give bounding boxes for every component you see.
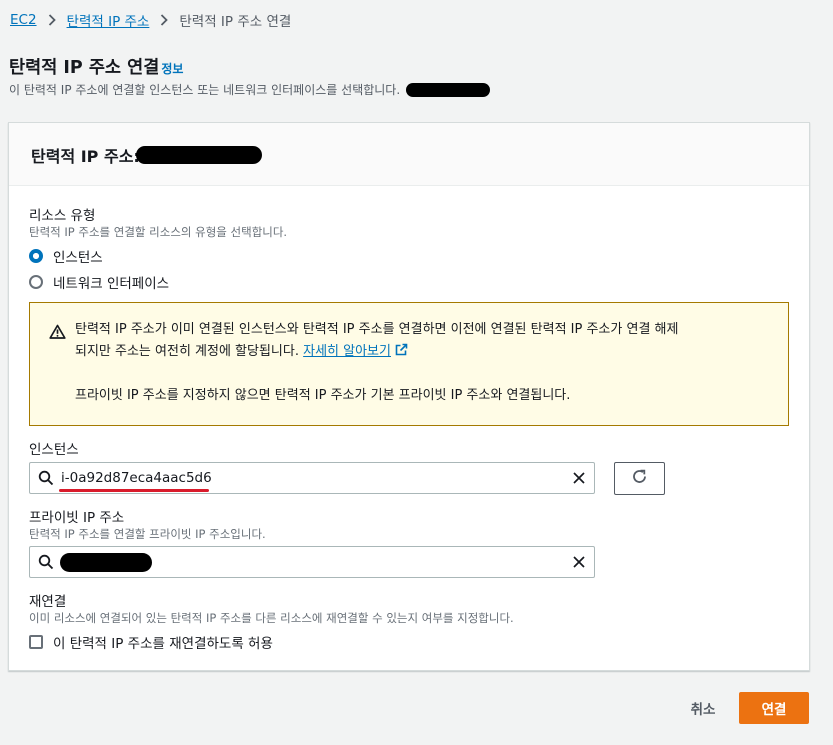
chevron-right-icon: [160, 14, 169, 26]
learn-more-link[interactable]: 자세히 알아보기: [303, 344, 391, 359]
page-title-text: 탄력적 IP 주소 연결: [9, 58, 160, 78]
refresh-button[interactable]: [614, 462, 665, 495]
private-ip-description: 탄력적 IP 주소를 연결할 프라이빗 IP 주소입니다.: [29, 527, 266, 541]
clear-icon[interactable]: [572, 471, 586, 489]
warning-text-line3: 프라이빗 IP 주소를 지정하지 않으면 탄력적 IP 주소가 기본 프라이빗 …: [75, 388, 571, 403]
redaction-mark: [406, 82, 491, 97]
panel-header: 탄력적 IP 주소:: [9, 123, 809, 186]
panel-title: 탄력적 IP 주소:: [31, 143, 262, 167]
warning-text-line1: 탄력적 IP 주소가 이미 연결된 인스턴스와 탄력적 IP 주소를 연결하면 …: [75, 322, 679, 337]
radio-instance-selected[interactable]: [29, 249, 43, 263]
private-ip-search-input[interactable]: [29, 546, 595, 578]
associate-panel: 탄력적 IP 주소: 리소스 유형 탄력적 IP 주소를 연결할 리소스의 유형…: [8, 122, 810, 671]
redaction-mark: [135, 146, 262, 164]
radio-option-network-interface[interactable]: 네트워크 인터페이스: [29, 272, 169, 292]
warning-icon: [49, 324, 66, 343]
breadcrumb-elastic-ip-link[interactable]: 탄력적 IP 주소: [67, 10, 150, 30]
breadcrumb-current: 탄력적 IP 주소 연결: [179, 14, 292, 30]
breadcrumb: EC2 탄력적 IP 주소 탄력적 IP 주소 연결: [10, 10, 291, 30]
instance-label: 인스턴스: [29, 442, 79, 458]
reassociation-description: 이미 리소스에 연결되어 있는 탄력적 IP 주소를 다른 리소스에 재연결할 …: [29, 611, 514, 625]
search-icon: [38, 470, 54, 490]
page-description: 이 탄력적 IP 주소에 연결할 인스턴스 또는 네트워크 인터페이스를 선택합…: [9, 81, 491, 98]
reassociation-label: 재연결: [29, 594, 67, 610]
warning-text-line2-main: 되지만 주소는 여전히 계정에 할당됩니다.: [75, 344, 299, 359]
panel-title-text: 탄력적 IP 주소:: [31, 147, 140, 166]
reassociation-checkbox-label: 이 탄력적 IP 주소를 재연결하도록 허용: [53, 636, 273, 652]
page-description-text: 이 탄력적 IP 주소에 연결할 인스턴스 또는 네트워크 인터페이스를 선택합…: [9, 83, 401, 97]
external-link-icon: [395, 342, 408, 364]
learn-more-label: 자세히 알아보기: [303, 344, 391, 359]
private-ip-label: 프라이빗 IP 주소: [29, 510, 125, 526]
resource-type-description: 탄력적 IP 주소를 연결할 리소스의 유형을 선택합니다.: [29, 225, 288, 239]
radio-option-label: 인스턴스: [53, 250, 103, 266]
breadcrumb-ec2-link[interactable]: EC2: [10, 12, 37, 28]
page-title: 탄력적 IP 주소 연결 정보: [9, 54, 183, 79]
info-link[interactable]: 정보: [161, 60, 183, 77]
radio-option-label: 네트워크 인터페이스: [53, 276, 170, 292]
radio-network-interface[interactable]: [29, 275, 43, 289]
instance-input-value: i-0a92d87eca4aac5d6: [61, 470, 212, 486]
radio-option-instance[interactable]: 인스턴스: [29, 246, 103, 266]
warning-text-line2: 되지만 주소는 여전히 계정에 할당됩니다. 자세히 알아보기: [75, 341, 408, 364]
cancel-button[interactable]: 취소: [672, 693, 734, 723]
search-icon: [38, 554, 54, 574]
refresh-icon: [631, 468, 648, 489]
reassociation-checkbox-row[interactable]: 이 탄력적 IP 주소를 재연결하도록 허용: [29, 632, 273, 652]
redaction-mark: [60, 553, 152, 572]
chevron-right-icon: [48, 14, 56, 26]
associate-button[interactable]: 연결: [739, 692, 809, 724]
reassociation-checkbox[interactable]: [29, 635, 43, 649]
warning-alert: 탄력적 IP 주소가 이미 연결된 인스턴스와 탄력적 IP 주소를 연결하면 …: [29, 302, 789, 426]
clear-icon[interactable]: [572, 555, 586, 573]
resource-type-label: 리소스 유형: [29, 208, 96, 224]
annotation-underline: [59, 489, 209, 492]
